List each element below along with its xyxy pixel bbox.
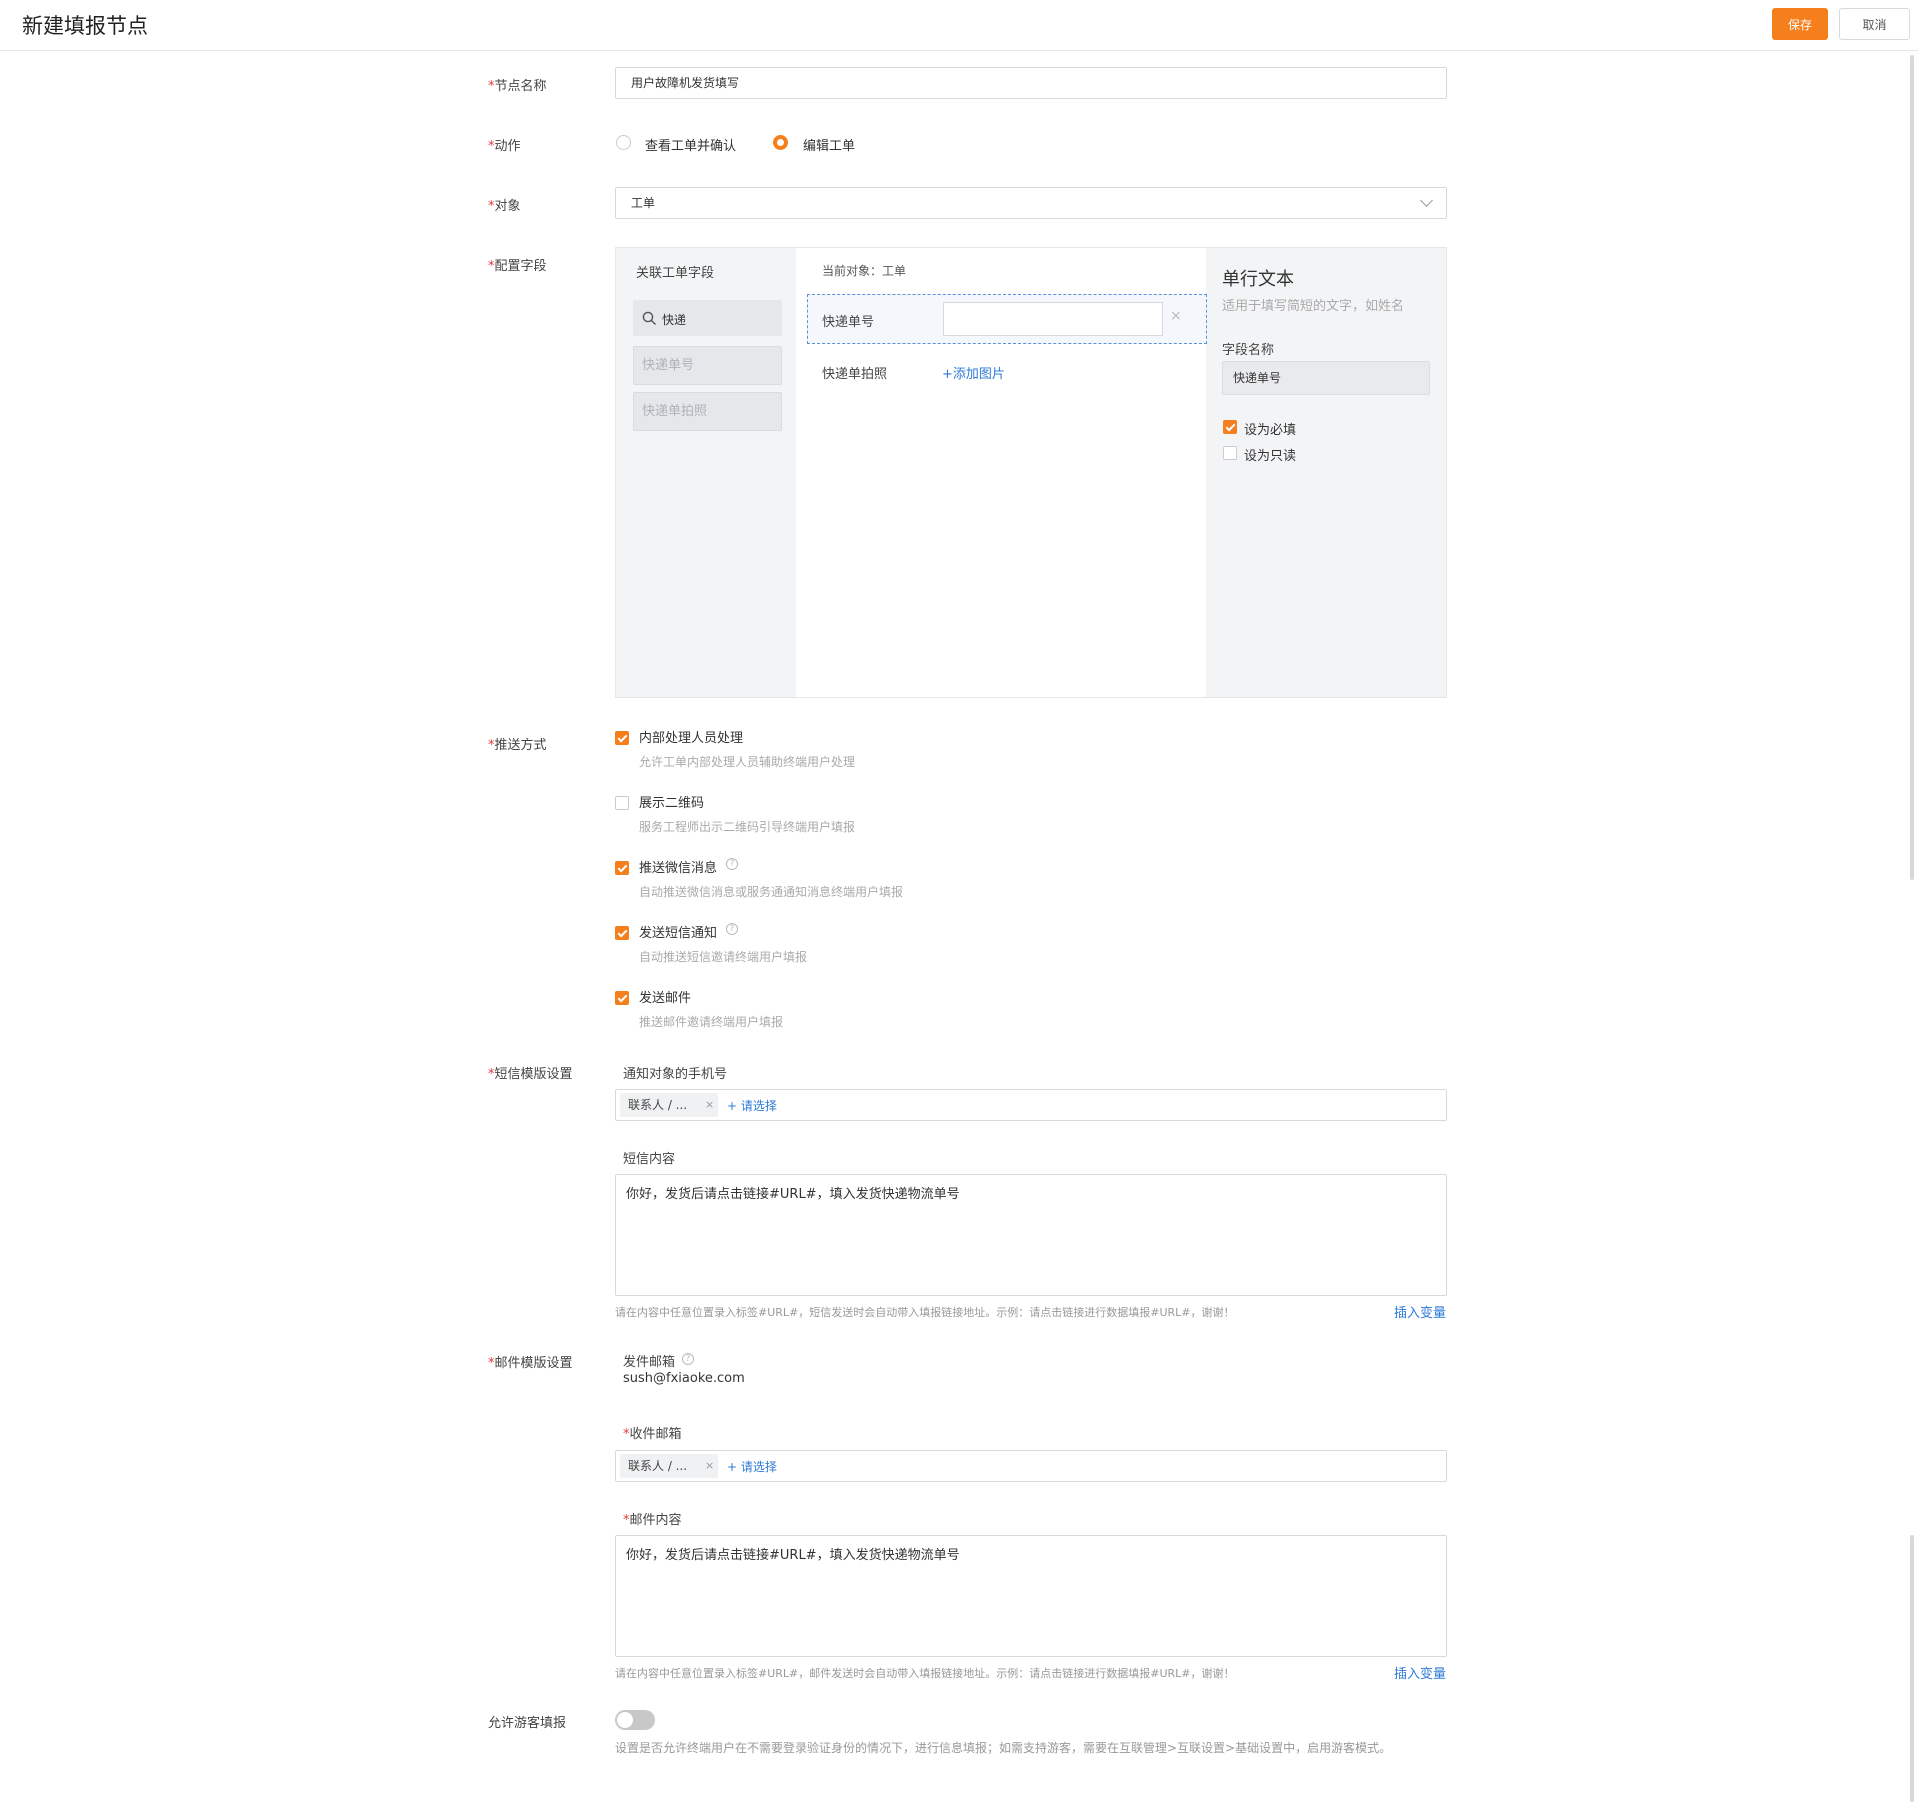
email-content-textarea[interactable]: 你好，发货后请点击链接#URL#，填入发货快递物流单号 [615, 1535, 1447, 1657]
close-icon[interactable]: × [705, 1454, 714, 1478]
field-library-item[interactable]: 快递单号 [633, 346, 782, 385]
guest-fill-desc: 设置是否允许终端用户在不需要登录验证身份的情况下，进行信息填报；如需支持游客，需… [615, 1741, 1392, 1755]
field-type-description: 适用于填写简短的文字，如姓名 [1222, 299, 1405, 314]
sms-content-label: 短信内容 [623, 1152, 676, 1167]
push-email-desc: 推送邮件邀请终端用户填报 [639, 1015, 784, 1029]
push-internal-checkbox[interactable] [615, 731, 629, 745]
sender-email-value: sush@fxiaoke.com [623, 1371, 745, 1386]
push-wechat-checkbox[interactable] [615, 861, 629, 875]
object-select[interactable]: 工单 [615, 187, 1447, 219]
page-title: 新建填报节点 [22, 14, 148, 38]
field-name-input[interactable]: 快递单号 [1222, 361, 1430, 395]
radio-edit-ticket-label[interactable]: 编辑工单 [803, 135, 855, 154]
push-method-label: *推送方式 [488, 738, 547, 753]
field-name-label: 字段名称 [1222, 343, 1275, 358]
field-type-title: 单行文本 [1222, 269, 1294, 290]
sms-template-label: *短信模版设置 [488, 1067, 573, 1082]
help-icon[interactable]: ? [726, 858, 738, 870]
push-internal-label[interactable]: 内部处理人员处理 [639, 727, 743, 746]
push-qrcode-checkbox[interactable] [615, 796, 629, 810]
push-wechat-label[interactable]: 推送微信消息 [639, 857, 717, 876]
radio-view-confirm-label[interactable]: 查看工单并确认 [645, 135, 736, 154]
node-name-label: *节点名称 [488, 79, 547, 94]
field-search-value: 快递 [662, 313, 687, 327]
add-image-link[interactable]: +添加图片 [942, 363, 1005, 382]
guest-toggle-knob[interactable] [617, 1712, 633, 1728]
field-row-label: 快递单拍照 [822, 367, 888, 382]
recipient-email-label: *收件邮箱 [623, 1427, 682, 1442]
action-label: *动作 [488, 139, 521, 154]
radio-view-confirm[interactable] [616, 135, 631, 150]
scrollbar-thumb-lower[interactable] [1910, 1535, 1914, 1802]
push-sms-desc: 自动推送短信邀请终端用户填报 [639, 950, 808, 964]
tracking-number-preview-input[interactable] [943, 302, 1163, 336]
recipient-tag: 联系人 / ... × [620, 1093, 718, 1117]
required-checkbox[interactable] [1223, 420, 1237, 434]
readonly-checkbox-label[interactable]: 设为只读 [1244, 445, 1296, 464]
recipient-tag: 联系人 / ... × [620, 1454, 718, 1478]
email-content-label: *邮件内容 [623, 1513, 682, 1528]
remove-field-icon[interactable]: × [1170, 308, 1182, 324]
cancel-button[interactable]: 取消 [1839, 8, 1910, 40]
page-header: 新建填报节点 保存 取消 [0, 0, 1918, 51]
config-fields-label: *配置字段 [488, 259, 547, 274]
sender-email-label: 发件邮箱 [623, 1355, 676, 1370]
readonly-checkbox[interactable] [1223, 446, 1237, 460]
sms-content-textarea[interactable]: 你好，发货后请点击链接#URL#，填入发货快递物流单号 [615, 1174, 1447, 1296]
sms-phone-label: 通知对象的手机号 [623, 1067, 728, 1082]
help-icon[interactable]: ? [726, 923, 738, 935]
current-object-text: 当前对象：工单 [822, 264, 907, 278]
push-email-checkbox[interactable] [615, 991, 629, 1005]
object-label: *对象 [488, 199, 521, 214]
required-checkbox-label[interactable]: 设为必填 [1244, 419, 1296, 438]
sms-hint: 请在内容中任意位置录入标签#URL#，短信发送时会自动带入填报链接地址。示例：请… [615, 1306, 1235, 1319]
node-name-input[interactable]: 用户故障机发货填写 [615, 67, 1447, 99]
sms-insert-variable[interactable]: 插入变量 [1394, 1302, 1446, 1321]
email-insert-variable[interactable]: 插入变量 [1394, 1663, 1446, 1682]
scrollbar-thumb[interactable] [1910, 55, 1914, 880]
field-properties-column [1206, 248, 1446, 697]
push-email-label[interactable]: 发送邮件 [639, 987, 691, 1006]
push-qrcode-desc: 服务工程师出示二维码引导终端用户填报 [639, 820, 856, 834]
push-sms-label[interactable]: 发送短信通知 [639, 922, 717, 941]
email-add-recipient[interactable]: + 请选择 [727, 1458, 777, 1475]
field-library-item[interactable]: 快递单拍照 [633, 392, 782, 431]
push-sms-checkbox[interactable] [615, 926, 629, 940]
push-internal-desc: 允许工单内部处理人员辅助终端用户处理 [639, 755, 856, 769]
close-icon[interactable]: × [705, 1093, 714, 1117]
save-button[interactable]: 保存 [1772, 8, 1828, 40]
field-row-label: 快递单号 [822, 315, 875, 330]
guest-fill-label: 允许游客填报 [488, 1716, 567, 1731]
field-library-title: 关联工单字段 [636, 266, 715, 281]
email-hint: 请在内容中任意位置录入标签#URL#，邮件发送时会自动带入填报链接地址。示例：请… [615, 1667, 1235, 1680]
push-wechat-desc: 自动推送微信消息或服务通通知消息终端用户填报 [639, 885, 904, 899]
help-icon[interactable]: ? [682, 1353, 694, 1365]
radio-edit-ticket[interactable] [773, 135, 788, 150]
sms-add-recipient[interactable]: + 请选择 [727, 1097, 777, 1114]
push-qrcode-label[interactable]: 展示二维码 [639, 792, 704, 811]
search-icon [642, 311, 656, 325]
email-template-label: *邮件模版设置 [488, 1356, 573, 1371]
